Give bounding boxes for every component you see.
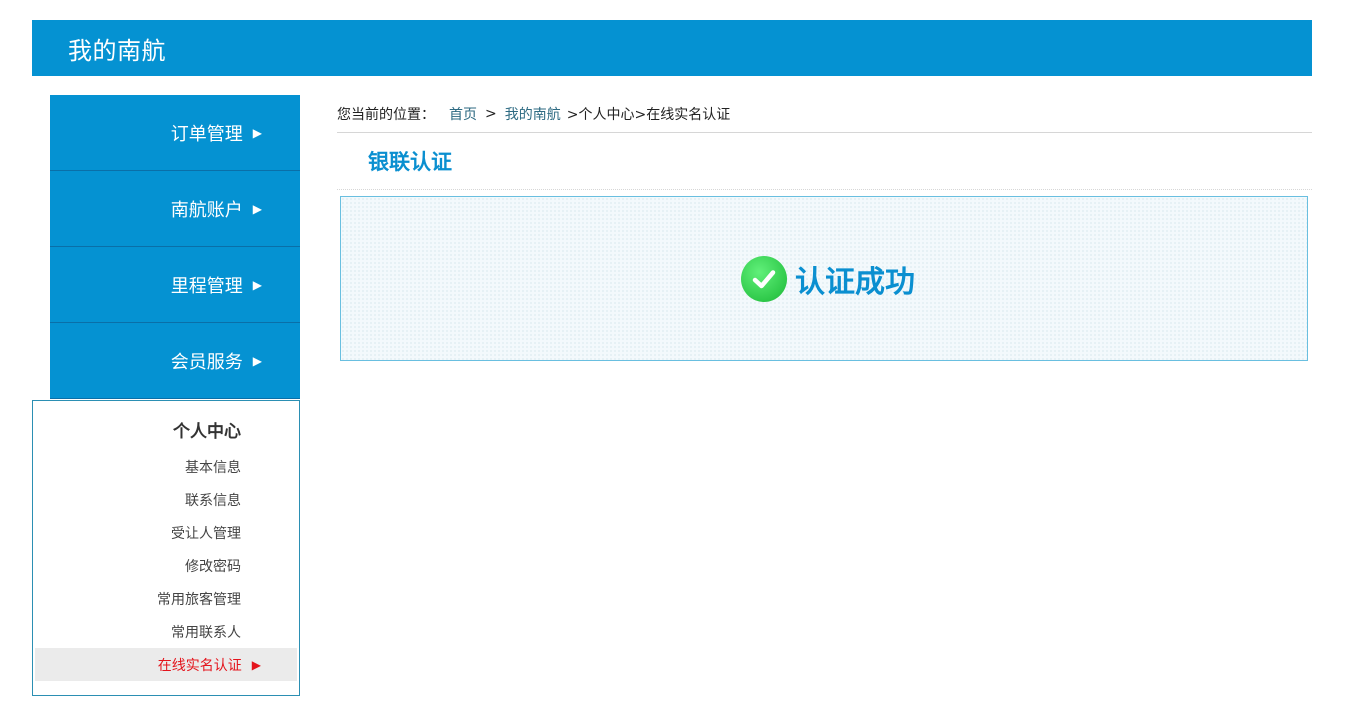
sidebar-item-label: 订单管理 xyxy=(170,123,243,145)
success-text: 认证成功 xyxy=(795,264,915,300)
success-message: 认证成功 xyxy=(741,255,915,302)
page-header-title: 我的南航 xyxy=(68,36,166,65)
section-title: 银联认证 xyxy=(337,133,1312,190)
sidebar-item-label: 会员服务 xyxy=(170,351,243,373)
sub-item-label: 受让人管理 xyxy=(171,525,241,542)
sidebar-item-label: 里程管理 xyxy=(170,275,243,297)
sub-item-online-verification[interactable]: 在线实名认证 ▶ xyxy=(35,648,297,681)
play-arrow-icon: ▶ xyxy=(252,277,262,292)
breadcrumb-home-link[interactable]: 首页 xyxy=(449,104,477,124)
sub-item-contact-info[interactable]: 联系信息 xyxy=(33,483,299,516)
sub-item-label: 常用旅客管理 xyxy=(157,591,241,608)
sub-item-label: 基本信息 xyxy=(185,459,241,476)
sidebar-item-order-management[interactable]: 订单管理 ▶ xyxy=(50,95,300,171)
sidebar-item-member-services[interactable]: 会员服务 ▶ xyxy=(50,323,300,399)
sidebar-item-account[interactable]: 南航账户 ▶ xyxy=(50,171,300,247)
verification-result-box: 认证成功 xyxy=(340,196,1308,361)
personal-center-heading: 个人中心 xyxy=(173,422,241,442)
sidebar-item-mileage[interactable]: 里程管理 ▶ xyxy=(50,247,300,323)
sub-item-frequent-passengers[interactable]: 常用旅客管理 xyxy=(33,582,299,615)
sub-item-label: 联系信息 xyxy=(185,492,241,509)
breadcrumb-current-path: >个人中心>在线实名认证 xyxy=(566,106,731,123)
play-arrow-icon: ▶ xyxy=(252,125,262,140)
play-arrow-icon: ▶ xyxy=(252,201,262,216)
main-sidebar: 订单管理 ▶ 南航账户 ▶ 里程管理 ▶ 会员服务 ▶ xyxy=(50,95,300,399)
sub-item-frequent-contacts[interactable]: 常用联系人 xyxy=(33,615,299,648)
breadcrumb-prefix: 您当前的位置： xyxy=(337,106,435,123)
breadcrumb-separator: > xyxy=(485,105,497,122)
sub-item-label: 常用联系人 xyxy=(171,624,241,641)
sidebar-item-label: 南航账户 xyxy=(170,199,243,221)
sub-item-transferee-management[interactable]: 受让人管理 xyxy=(33,516,299,549)
main-content: 您当前的位置： 首页 > 我的南航 >个人中心>在线实名认证 银联认证 认证成功 xyxy=(337,95,1312,361)
sub-item-label: 修改密码 xyxy=(185,558,241,575)
breadcrumb: 您当前的位置： 首页 > 我的南航 >个人中心>在线实名认证 xyxy=(337,95,1312,133)
sub-item-label: 在线实名认证 xyxy=(157,657,242,674)
sub-item-change-password[interactable]: 修改密码 xyxy=(33,549,299,582)
top-header-bar: 我的南航 xyxy=(32,20,1312,76)
check-circle-icon xyxy=(741,255,787,302)
play-arrow-icon: ▶ xyxy=(252,353,262,368)
breadcrumb-my-csair-link[interactable]: 我的南航 xyxy=(505,104,561,124)
active-arrow-icon: ▶ xyxy=(251,657,261,672)
personal-center-panel: 个人中心 基本信息 联系信息 受让人管理 修改密码 常用旅客管理 常用联系人 在… xyxy=(32,400,300,696)
sub-item-basic-info[interactable]: 基本信息 xyxy=(33,450,299,483)
